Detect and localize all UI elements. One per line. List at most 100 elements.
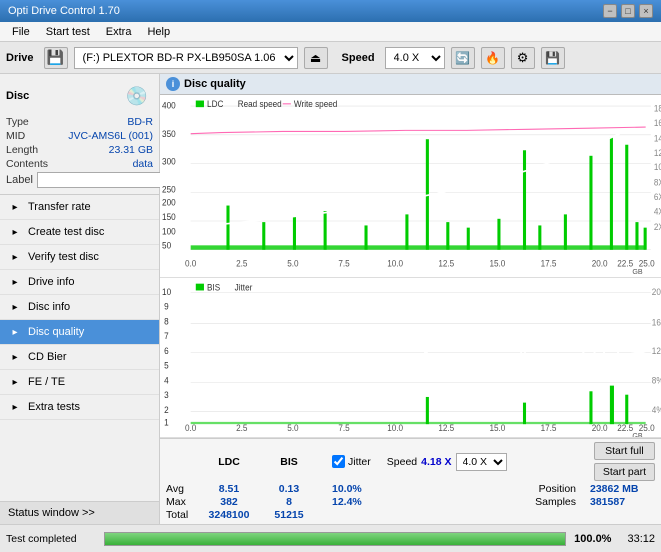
svg-text:10: 10 <box>162 287 171 297</box>
jitter-label: Jitter <box>348 456 371 468</box>
svg-text:8: 8 <box>164 316 169 326</box>
bis-col-header: BIS <box>264 456 314 468</box>
dq-title: Disc quality <box>184 78 246 90</box>
disc-mid-label: MID <box>6 130 25 142</box>
stats-jitter-val: 10.0% <box>332 483 392 495</box>
svg-text:300: 300 <box>162 156 176 166</box>
svg-text:10X: 10X <box>654 162 661 172</box>
dq-header: i Disc quality <box>160 74 661 95</box>
nav-item-fe-te[interactable]: ▸FE / TE <box>0 370 159 395</box>
svg-text:5: 5 <box>164 361 169 371</box>
burn-button[interactable]: 🔥 <box>481 47 505 69</box>
svg-text:16%: 16% <box>652 318 661 328</box>
svg-text:4: 4 <box>164 375 169 385</box>
svg-text:8X: 8X <box>654 177 661 187</box>
minimize-button[interactable]: − <box>603 4 617 18</box>
stats-ldc-val: 3248100 <box>204 509 254 521</box>
save-button[interactable]: 💾 <box>541 47 565 69</box>
stats-ldc-val: 8.51 <box>204 483 254 495</box>
menu-help[interactable]: Help <box>139 24 178 40</box>
speed-label: Speed <box>387 456 417 468</box>
stats-row-label: Avg <box>166 483 194 495</box>
stats-position-val: 381587 <box>590 496 655 508</box>
app-title: Opti Drive Control 1.70 <box>8 5 603 17</box>
upper-chart: 18X 16X 14X 12X 10X 8X 6X 4X 2X 400 350 … <box>160 95 661 278</box>
nav-icon-cd-bier: ▸ <box>8 350 22 364</box>
nav-label-disc-info: Disc info <box>28 301 70 313</box>
nav-icon-fe-te: ▸ <box>8 375 22 389</box>
stats-position-label: Samples <box>535 496 576 508</box>
refresh-button[interactable]: 🔄 <box>451 47 475 69</box>
nav-icon-disc-quality: ▸ <box>8 325 22 339</box>
maximize-button[interactable]: □ <box>621 4 635 18</box>
nav-item-extra-tests[interactable]: ▸Extra tests <box>0 395 159 420</box>
menu-start-test[interactable]: Start test <box>38 24 98 40</box>
speed-dropdown[interactable]: 4.0 X <box>456 453 507 471</box>
progress-area: Test completed 100.0% 33:12 <box>0 524 661 552</box>
speed-select[interactable]: 4.0 X <box>385 47 445 69</box>
disc-type-label: Type <box>6 116 29 128</box>
menu-extra[interactable]: Extra <box>98 24 140 40</box>
stats-bis-val: 8 <box>264 496 314 508</box>
status-window-button[interactable]: Status window >> <box>0 501 159 524</box>
test-status: Test completed <box>6 533 96 545</box>
nav-item-transfer-rate[interactable]: ▸Transfer rate <box>0 195 159 220</box>
titlebar: Opti Drive Control 1.70 − □ × <box>0 0 661 22</box>
svg-text:8%: 8% <box>652 375 661 385</box>
svg-text:20%: 20% <box>652 287 661 297</box>
svg-text:10.0: 10.0 <box>387 258 403 268</box>
main-layout: Disc 💿 Type BD-R MID JVC-AMS6L (001) Len… <box>0 74 661 524</box>
svg-text:15.0: 15.0 <box>489 258 505 268</box>
sidebar: Disc 💿 Type BD-R MID JVC-AMS6L (001) Len… <box>0 74 160 524</box>
disc-length-row: Length 23.31 GB <box>6 144 153 156</box>
nav-item-create-test-disc[interactable]: ▸Create test disc <box>0 220 159 245</box>
disc-title: Disc <box>6 90 29 102</box>
start-full-button[interactable]: Start full <box>594 442 655 460</box>
nav-label-disc-quality: Disc quality <box>28 326 84 338</box>
nav-label-cd-bier: CD Bier <box>28 351 67 363</box>
stats-position-val: 23862 MB <box>590 483 655 495</box>
drive-select[interactable]: (F:) PLEXTOR BD-R PX-LB950SA 1.06 <box>74 47 298 69</box>
disc-mid-row: MID JVC-AMS6L (001) <box>6 130 153 142</box>
svg-text:18X: 18X <box>654 103 661 113</box>
svg-text:20.0: 20.0 <box>592 258 608 268</box>
svg-text:2: 2 <box>164 405 169 415</box>
nav-icon-verify-test-disc: ▸ <box>8 250 22 264</box>
dq-icon: i <box>166 77 180 91</box>
content-area: i Disc quality 18X 16X 14X 12X 10X 8X 6X… <box>160 74 661 524</box>
progress-bar-fill <box>105 533 565 545</box>
menu-file[interactable]: File <box>4 24 38 40</box>
close-button[interactable]: × <box>639 4 653 18</box>
svg-text:0.0: 0.0 <box>185 258 197 268</box>
nav-item-verify-test-disc[interactable]: ▸ Verify test disc <box>0 245 159 270</box>
svg-text:7.5: 7.5 <box>338 258 350 268</box>
window-controls: − □ × <box>603 4 653 18</box>
nav-label-verify-test-disc: Verify test disc <box>28 251 99 263</box>
disc-icon: 💿 <box>121 80 153 112</box>
svg-text:12%: 12% <box>652 346 661 356</box>
stats-ldc-val: 382 <box>204 496 254 508</box>
menubar: File Start test Extra Help <box>0 22 661 42</box>
disc-contents-row: Contents data <box>6 158 153 170</box>
eject-button[interactable]: ⏏ <box>304 47 328 69</box>
stats-header-row: LDC BIS Jitter Speed 4.18 X 4.0 X Start … <box>166 442 655 481</box>
svg-text:4%: 4% <box>652 405 661 415</box>
settings-button[interactable]: ⚙ <box>511 47 535 69</box>
disc-contents-label: Contents <box>6 158 48 170</box>
speed-value: 4.18 X <box>421 456 451 468</box>
jitter-checkbox[interactable] <box>332 455 345 468</box>
nav-item-disc-quality[interactable]: ▸ Disc quality <box>0 320 159 345</box>
start-part-button[interactable]: Start part <box>594 463 655 481</box>
nav-item-disc-info[interactable]: ▸Disc info <box>0 295 159 320</box>
svg-text:Write speed: Write speed <box>294 99 338 109</box>
nav-item-drive-info[interactable]: ▸Drive info <box>0 270 159 295</box>
stats-row-label: Max <box>166 496 194 508</box>
progress-time: 33:12 <box>627 533 655 545</box>
svg-text:3: 3 <box>164 390 169 400</box>
nav-item-cd-bier[interactable]: ▸ CD Bier <box>0 345 159 370</box>
disc-label-input[interactable] <box>37 172 175 188</box>
nav-label-transfer-rate: Transfer rate <box>28 201 91 213</box>
svg-text:22.5: 22.5 <box>617 258 633 268</box>
nav-label-extra-tests: Extra tests <box>28 401 80 413</box>
stats-bis-val: 0.13 <box>264 483 314 495</box>
